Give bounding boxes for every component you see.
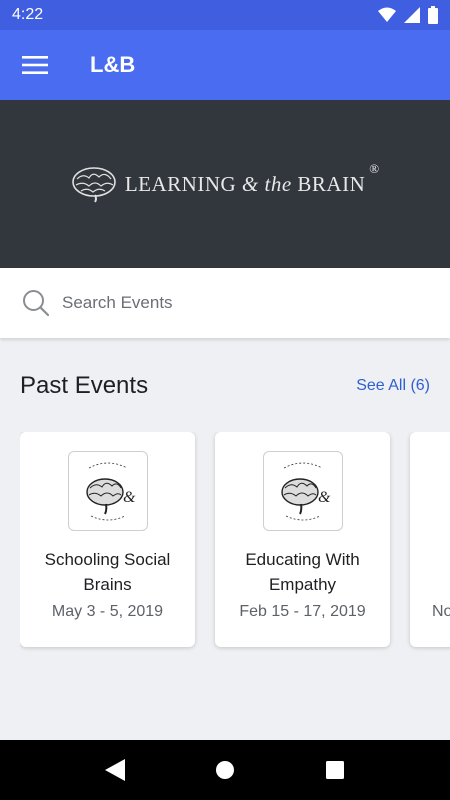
learning-brain-badge-icon: & bbox=[85, 462, 136, 521]
learning-brain-badge-icon: & bbox=[280, 462, 331, 521]
battery-icon bbox=[428, 6, 438, 24]
event-carousel[interactable]: & Schooling Social Brains May 3 - 5, 201… bbox=[20, 432, 450, 652]
registered-mark: ® bbox=[369, 161, 380, 176]
event-title: Schooling Social Brains bbox=[44, 550, 171, 594]
event-logo: & bbox=[67, 451, 148, 531]
event-card[interactable]: No bbox=[410, 432, 450, 647]
status-icons bbox=[378, 6, 438, 24]
brand-banner: LEARNING & the BRAIN ® bbox=[0, 100, 450, 268]
learning-brain-logo: LEARNING & the BRAIN ® bbox=[71, 161, 379, 203]
recents-square-icon bbox=[326, 761, 344, 779]
system-nav-bar bbox=[0, 740, 450, 800]
back-button[interactable] bbox=[93, 748, 137, 792]
status-bar: 4:22 bbox=[0, 0, 450, 30]
logo-text: LEARNING & the BRAIN bbox=[124, 171, 366, 196]
recents-button[interactable] bbox=[313, 748, 357, 792]
section-title: Past Events bbox=[20, 372, 149, 399]
search-icon bbox=[23, 290, 50, 317]
app-title: L&B bbox=[90, 52, 136, 77]
home-button[interactable] bbox=[203, 748, 247, 792]
event-card[interactable]: & Schooling Social Brains May 3 - 5, 201… bbox=[20, 432, 195, 647]
see-all-link[interactable]: See All (6) bbox=[356, 377, 430, 395]
event-title bbox=[410, 547, 450, 597]
home-circle-icon bbox=[216, 761, 234, 779]
status-time: 4:22 bbox=[12, 6, 44, 23]
hamburger-menu-icon bbox=[22, 56, 48, 74]
wifi-icon bbox=[378, 7, 396, 22]
back-triangle-icon bbox=[105, 759, 125, 781]
menu-button[interactable] bbox=[0, 30, 70, 100]
brain-icon bbox=[72, 167, 116, 203]
search-bar[interactable] bbox=[0, 268, 450, 338]
event-logo: & bbox=[262, 451, 343, 531]
event-card[interactable]: & Educating With Empathy Feb 15 - 17, 20… bbox=[215, 432, 390, 647]
svg-text:&: & bbox=[318, 489, 331, 506]
event-title: Educating With Empathy bbox=[245, 550, 360, 594]
signal-icon bbox=[404, 7, 420, 23]
event-date: No bbox=[432, 603, 450, 620]
past-events-header: Past Events See All (6) bbox=[20, 372, 430, 400]
app-bar: L&B bbox=[0, 30, 450, 100]
svg-text:&: & bbox=[123, 489, 136, 506]
event-date: May 3 - 5, 2019 bbox=[51, 603, 164, 620]
search-input[interactable] bbox=[62, 293, 422, 313]
event-date: Feb 15 - 17, 2019 bbox=[239, 603, 366, 620]
